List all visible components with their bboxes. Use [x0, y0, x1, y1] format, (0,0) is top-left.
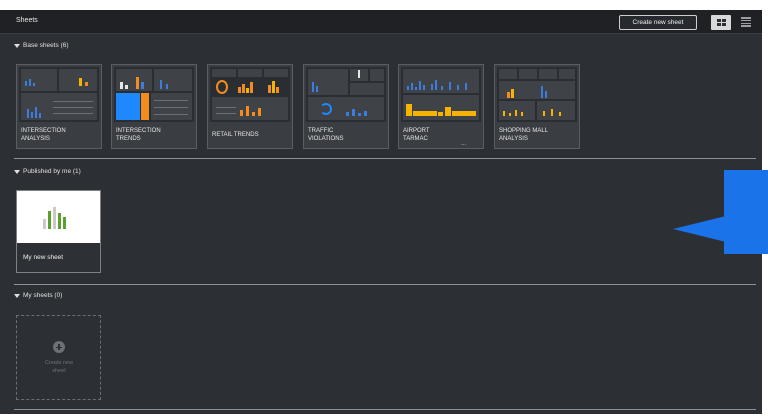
- more-indicator: ...: [461, 141, 467, 147]
- published-sheets-title: Published by me (1): [23, 168, 81, 175]
- my-sheets-title: My sheets (0): [23, 292, 63, 299]
- sheet-thumbnail: [17, 191, 100, 243]
- sheet-thumbnail: [19, 67, 99, 122]
- create-new-sheet-tile[interactable]: Create new sheet: [16, 315, 101, 400]
- collapse-triangle-icon: [14, 169, 20, 174]
- sheet-tile-shopping-mall-analysis[interactable]: SHOPPING MALL ANALYSIS: [494, 64, 580, 149]
- section-divider: [14, 409, 756, 410]
- sheet-tile-label: SHOPPING MALL ANALYSIS: [499, 128, 549, 142]
- section-divider: [14, 284, 756, 285]
- grid-view-button[interactable]: [711, 15, 731, 30]
- gauge-chart: [320, 103, 332, 115]
- sheet-tile-label: AIRPORT TARMAC: [403, 128, 430, 142]
- section-divider: [14, 158, 756, 159]
- sheet-thumbnail: [497, 67, 577, 122]
- create-new-sheet-label: Create new sheet: [44, 360, 74, 374]
- sheets-app: Sheets Create new sheet Base sheets (6): [0, 10, 762, 414]
- sheet-thumbnail: [114, 67, 194, 122]
- sheet-thumbnail: [210, 67, 290, 122]
- sheet-tile-label: RETAIL TRENDS: [212, 132, 259, 138]
- create-new-sheet-button[interactable]: Create new sheet: [619, 15, 697, 30]
- sheet-thumbnail: [401, 67, 481, 122]
- sheet-tile-intersection-analysis[interactable]: INTERSECTION ANALYSIS: [16, 64, 102, 149]
- page-title: Sheets: [16, 17, 38, 24]
- base-sheets-header[interactable]: Base sheets (6): [14, 42, 69, 49]
- collapse-triangle-icon: [14, 43, 20, 48]
- sheet-tile-label: INTERSECTION ANALYSIS: [21, 128, 66, 142]
- sheet-tile-retail-trends[interactable]: RETAIL TRENDS: [207, 64, 293, 149]
- sheet-thumbnail: [306, 67, 386, 122]
- top-bar: Sheets Create new sheet: [0, 10, 762, 34]
- donut-chart: [216, 80, 228, 94]
- list-view-icon[interactable]: [741, 17, 751, 27]
- sheet-tile-airport-tarmac[interactable]: AIRPORT TARMAC ...: [398, 64, 484, 149]
- my-sheets-header[interactable]: My sheets (0): [14, 292, 62, 299]
- sheet-tile-label: My new sheet: [23, 254, 64, 261]
- collapse-triangle-icon: [14, 293, 20, 298]
- grid-view-icon: [716, 19, 726, 26]
- bar-chart-icon: [43, 207, 66, 229]
- sheet-tile-label: INTERSECTION TRENDS: [116, 128, 161, 142]
- published-sheets-header[interactable]: Published by me (1): [14, 168, 81, 175]
- sheet-tile-intersection-trends[interactable]: INTERSECTION TRENDS: [111, 64, 197, 149]
- sheet-tile-label: TRAFFIC VIOLATIONS: [308, 128, 344, 142]
- sheet-tile-my-new-sheet[interactable]: My new sheet: [16, 190, 101, 273]
- base-sheets-title: Base sheets (6): [23, 42, 69, 49]
- plus-circle-icon: [53, 341, 65, 353]
- sheet-tile-traffic-violations[interactable]: TRAFFIC VIOLATIONS: [303, 64, 389, 149]
